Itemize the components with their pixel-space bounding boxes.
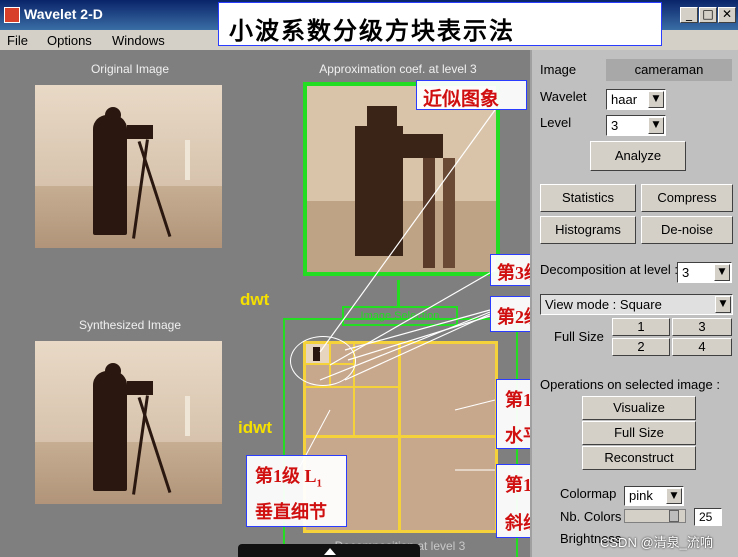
nb-colors-field[interactable]: 25: [694, 508, 722, 526]
up-arrow-icon: [324, 548, 336, 555]
denoise-button[interactable]: De-noise: [641, 216, 733, 244]
operations-label: Operations on selected image :: [540, 377, 720, 392]
taskbar-fragment: [238, 544, 420, 557]
level-label: Level: [540, 115, 572, 130]
full-size-button[interactable]: Full Size: [582, 421, 696, 445]
wavelet-label: Wavelet: [540, 89, 587, 104]
statistics-button[interactable]: Statistics: [540, 184, 636, 212]
reconstruct-button[interactable]: Reconstruct: [582, 446, 696, 470]
level-select[interactable]: 3 ▼: [606, 115, 666, 136]
analyze-button[interactable]: Analyze: [590, 141, 686, 171]
chevron-down-icon: ▼: [648, 117, 664, 134]
compress-button[interactable]: Compress: [641, 184, 733, 212]
chevron-down-icon: ▼: [666, 488, 682, 504]
visualize-button[interactable]: Visualize: [582, 396, 696, 420]
wavelet-select[interactable]: haar ▼: [606, 89, 666, 110]
colormap-label: Colormap: [560, 486, 617, 501]
chevron-down-icon: ▼: [648, 91, 664, 108]
image-name-field: cameraman: [606, 59, 732, 81]
histograms-button[interactable]: Histograms: [540, 216, 636, 244]
chevron-down-icon: ▼: [714, 264, 730, 281]
decomposition-level-select[interactable]: 3 ▼: [677, 262, 732, 283]
image-label: Image: [540, 62, 577, 77]
anno-approx-image: 近似图象: [416, 80, 527, 110]
chevron-down-icon: ▼: [715, 296, 731, 313]
full-size-label: Full Size: [554, 329, 604, 344]
fullsize-4-button[interactable]: 4: [672, 338, 732, 356]
nb-colors-label: Nb. Colors: [560, 509, 622, 524]
fullsize-3-button[interactable]: 3: [672, 318, 732, 336]
decomposition-level-label: Decomposition at level :: [540, 262, 679, 277]
slider-thumb[interactable]: [669, 510, 679, 522]
fullsize-1-button[interactable]: 1: [612, 318, 670, 336]
fullsize-2-button[interactable]: 2: [612, 338, 670, 356]
colormap-select[interactable]: pink ▼: [624, 486, 684, 506]
view-mode-select[interactable]: View mode : Square ▼: [540, 294, 733, 315]
watermark: CSDN @清泉_流响: [600, 535, 713, 550]
nb-colors-slider[interactable]: [624, 509, 686, 523]
anno-level1-vertical: 第1级 L1 垂直细节: [246, 455, 347, 527]
